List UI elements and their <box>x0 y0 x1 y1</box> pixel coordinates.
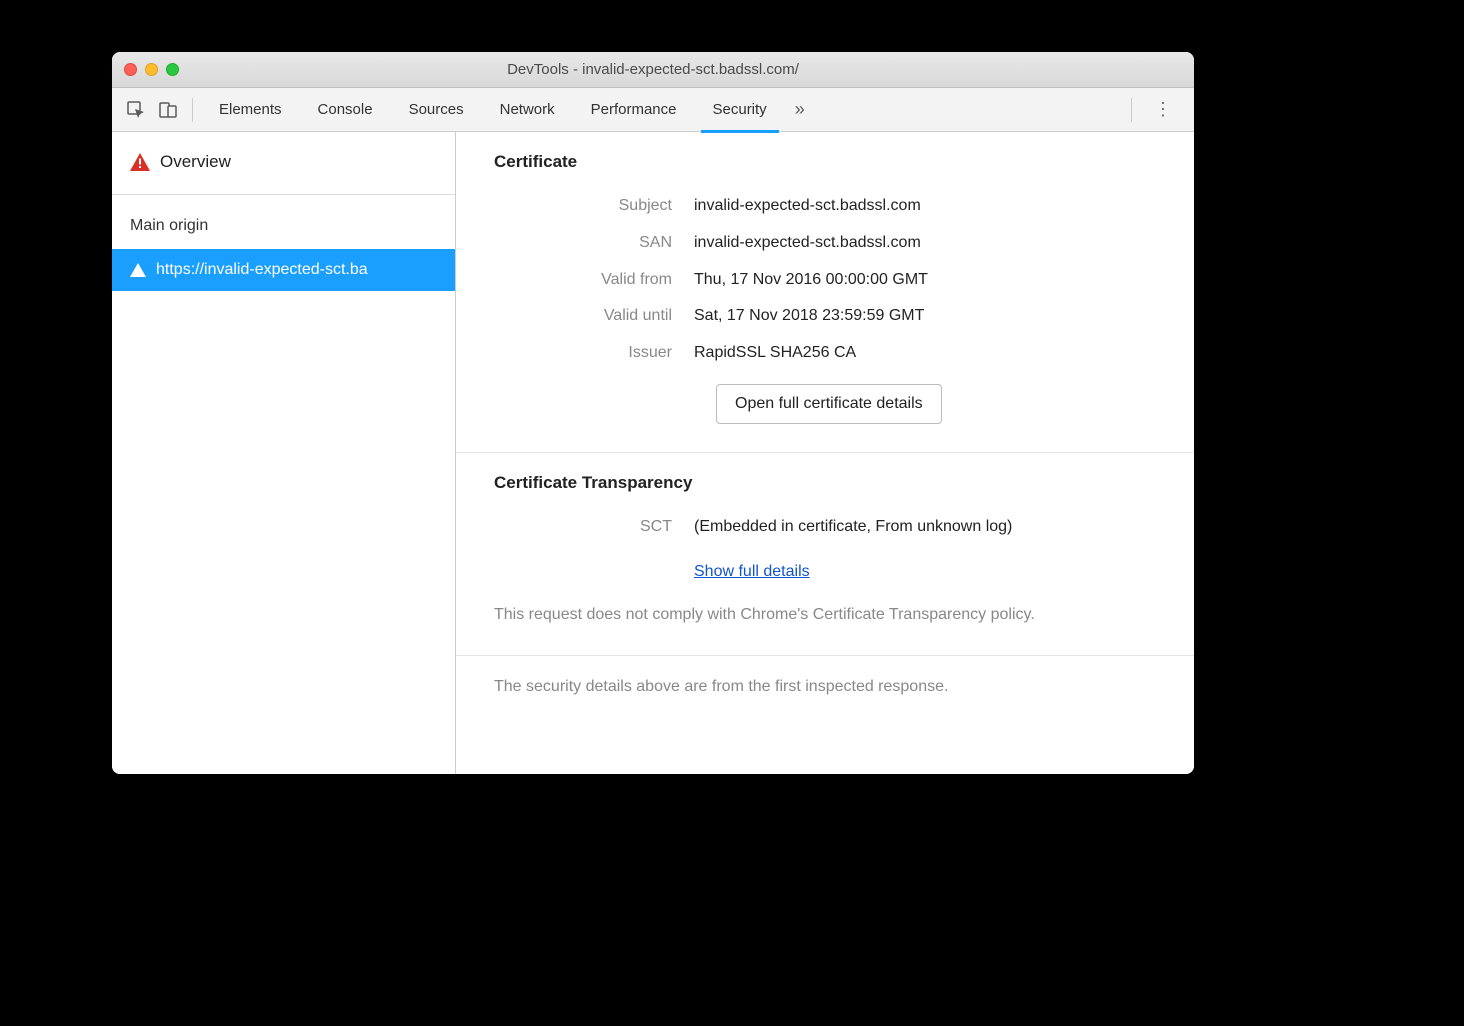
cert-row-valid-from: Valid from Thu, 17 Nov 2016 00:00:00 GMT <box>494 262 1156 299</box>
cert-key: Valid from <box>494 266 694 295</box>
tab-console[interactable]: Console <box>306 88 385 132</box>
tab-sources[interactable]: Sources <box>397 88 476 132</box>
tab-label: Security <box>713 101 767 118</box>
cert-row-san: SAN invalid-expected-sct.badssl.com <box>494 225 1156 262</box>
tab-overflow-button[interactable]: » <box>795 99 805 120</box>
zoom-window-button[interactable] <box>166 63 179 76</box>
tab-security[interactable]: Security <box>701 88 779 132</box>
cert-val: invalid-expected-sct.badssl.com <box>694 192 1156 221</box>
tab-performance[interactable]: Performance <box>579 88 689 132</box>
tab-network[interactable]: Network <box>488 88 567 132</box>
tab-label: Network <box>500 101 555 118</box>
content-pane: Certificate Subject invalid-expected-sct… <box>456 132 1194 774</box>
tab-label: Console <box>318 101 373 118</box>
cert-val: invalid-expected-sct.badssl.com <box>694 229 1156 258</box>
ct-row-sct: SCT (Embedded in certificate, From unkno… <box>494 509 1156 546</box>
main-origin-heading: Main origin <box>112 195 455 249</box>
cert-val: Sat, 17 Nov 2018 23:59:59 GMT <box>694 302 1156 331</box>
overview-label: Overview <box>160 152 231 172</box>
sidebar: Overview Main origin https://invalid-exp… <box>112 132 456 774</box>
cert-val: Thu, 17 Nov 2016 00:00:00 GMT <box>694 266 1156 295</box>
toolbar-divider <box>1131 98 1132 122</box>
devtools-window: DevTools - invalid-expected-sct.badssl.c… <box>112 52 1194 774</box>
inspect-element-icon[interactable] <box>120 94 152 126</box>
titlebar: DevTools - invalid-expected-sct.badssl.c… <box>112 52 1194 88</box>
cert-row-issuer: Issuer RapidSSL SHA256 CA <box>494 335 1156 372</box>
ct-link-row: Show full details <box>494 546 1156 591</box>
panel-body: Overview Main origin https://invalid-exp… <box>112 132 1194 774</box>
show-full-details-link[interactable]: Show full details <box>694 558 810 587</box>
tab-label: Elements <box>219 101 282 118</box>
ct-key: SCT <box>494 513 694 542</box>
sidebar-item-origin[interactable]: https://invalid-expected-sct.ba <box>112 249 455 291</box>
traffic-lights <box>124 63 179 76</box>
tab-label: Sources <box>409 101 464 118</box>
ct-section: Certificate Transparency SCT (Embedded i… <box>456 453 1194 656</box>
warning-triangle-icon <box>130 263 146 277</box>
tab-elements[interactable]: Elements <box>207 88 294 132</box>
cert-key: SAN <box>494 229 694 258</box>
tab-label: Performance <box>591 101 677 118</box>
cert-key: Issuer <box>494 339 694 368</box>
origin-url: https://invalid-expected-sct.ba <box>156 261 368 279</box>
ct-heading: Certificate Transparency <box>494 473 1156 493</box>
sidebar-item-overview[interactable]: Overview <box>112 132 455 195</box>
window-title: DevTools - invalid-expected-sct.badssl.c… <box>112 61 1194 78</box>
certificate-section: Certificate Subject invalid-expected-sct… <box>456 132 1194 453</box>
certificate-heading: Certificate <box>494 152 1156 172</box>
cert-key: Subject <box>494 192 694 221</box>
close-window-button[interactable] <box>124 63 137 76</box>
footer-note: The security details above are from the … <box>456 656 1194 718</box>
ct-compliance-note: This request does not comply with Chrome… <box>494 603 1156 627</box>
cert-key: Valid until <box>494 302 694 331</box>
cert-row-subject: Subject invalid-expected-sct.badssl.com <box>494 188 1156 225</box>
device-toolbar-icon[interactable] <box>152 94 184 126</box>
minimize-window-button[interactable] <box>145 63 158 76</box>
toolbar-divider <box>192 98 193 122</box>
ct-val: (Embedded in certificate, From unknown l… <box>694 513 1156 542</box>
open-certificate-details-button[interactable]: Open full certificate details <box>716 384 942 424</box>
warning-triangle-icon <box>130 153 150 171</box>
toolbar: Elements Console Sources Network Perform… <box>112 88 1194 132</box>
cert-val: RapidSSL SHA256 CA <box>694 339 1156 368</box>
more-options-icon[interactable]: ⋮ <box>1140 99 1186 120</box>
cert-row-valid-until: Valid until Sat, 17 Nov 2018 23:59:59 GM… <box>494 298 1156 335</box>
